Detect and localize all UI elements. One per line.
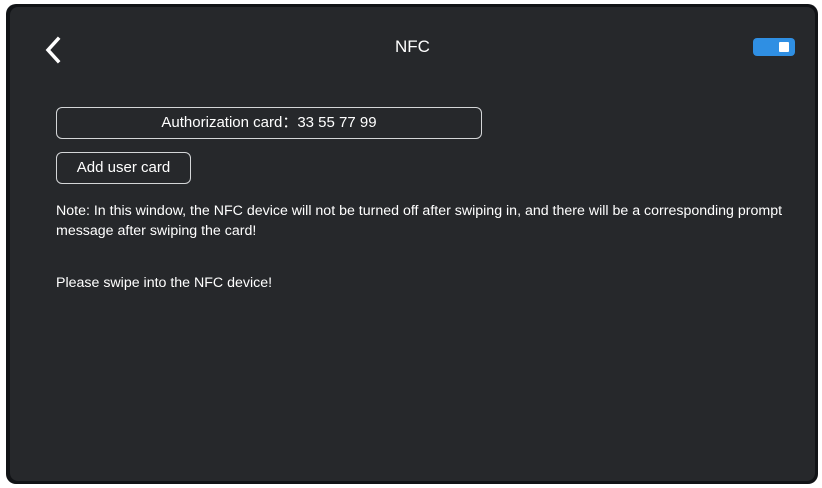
note-text: Note: In this window, the NFC device wil…: [56, 203, 783, 239]
add-user-card-button[interactable]: Add user card: [56, 152, 191, 184]
swipe-prompt-text: Please swipe into the NFC device!: [56, 275, 273, 291]
nfc-screen: NFC Authorization card：33 55 77 99 Add u…: [10, 7, 815, 481]
main-content: Authorization card：33 55 77 99 Add user …: [10, 7, 815, 481]
authorization-card-display: Authorization card：33 55 77 99: [56, 107, 482, 139]
